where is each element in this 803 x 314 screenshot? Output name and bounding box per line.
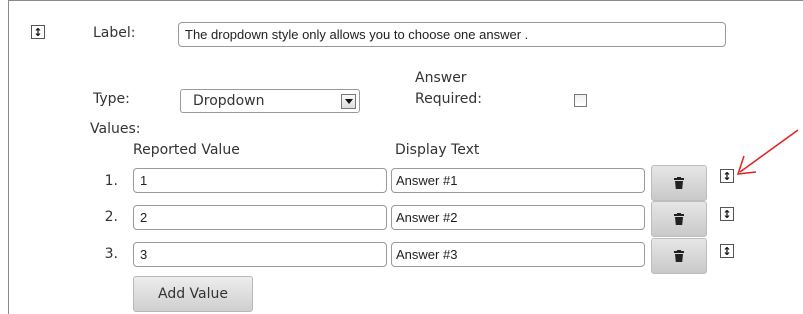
- display-text-value: Answer #1: [396, 173, 458, 188]
- trash-icon: [674, 177, 684, 189]
- trash-icon: [674, 213, 684, 225]
- row-number: 3.: [104, 246, 118, 262]
- label-caption: Label:: [93, 25, 136, 41]
- reported-value-text: 1: [140, 173, 148, 188]
- reported-value-input[interactable]: 3: [133, 242, 387, 267]
- chevron-down-icon[interactable]: [341, 94, 356, 109]
- question-drag-handle-icon[interactable]: ↕: [31, 25, 45, 39]
- type-select[interactable]: Dropdown: [180, 89, 360, 113]
- display-text-value: Answer #2: [396, 210, 458, 225]
- answer-required-caption-2: Required:: [415, 91, 483, 107]
- values-caption: Values:: [90, 121, 141, 137]
- red-arrow-icon: [736, 129, 799, 175]
- type-select-value: Dropdown: [193, 93, 265, 109]
- add-value-button[interactable]: Add Value: [133, 276, 253, 312]
- answer-required-caption-1: Answer: [415, 70, 467, 86]
- label-input-value: The dropdown style only allows you to ch…: [185, 27, 529, 42]
- answer-required-checkbox[interactable]: [574, 94, 587, 107]
- delete-row-button[interactable]: [651, 238, 707, 274]
- reported-value-text: 3: [140, 247, 148, 262]
- reported-value-text: 2: [140, 210, 148, 225]
- label-input[interactable]: The dropdown style only allows you to ch…: [178, 22, 726, 47]
- row-number: 2.: [104, 209, 118, 225]
- reported-value-column-header: Reported Value: [133, 142, 240, 158]
- display-text-input[interactable]: Answer #2: [391, 205, 645, 230]
- delete-row-button[interactable]: [651, 201, 707, 237]
- trash-icon: [674, 250, 684, 262]
- row-drag-handle-icon[interactable]: ↕: [720, 244, 734, 258]
- reported-value-input[interactable]: 1: [133, 168, 387, 193]
- row-number: 1.: [104, 173, 118, 189]
- display-text-column-header: Display Text: [395, 142, 480, 158]
- display-text-input[interactable]: Answer #1: [391, 168, 645, 193]
- display-text-value: Answer #3: [396, 247, 458, 262]
- reported-value-input[interactable]: 2: [133, 205, 387, 230]
- row-drag-handle-icon[interactable]: ↕: [720, 207, 734, 221]
- type-caption: Type:: [93, 91, 130, 107]
- display-text-input[interactable]: Answer #3: [391, 242, 645, 267]
- add-value-label: Add Value: [158, 286, 228, 302]
- delete-row-button[interactable]: [651, 165, 707, 201]
